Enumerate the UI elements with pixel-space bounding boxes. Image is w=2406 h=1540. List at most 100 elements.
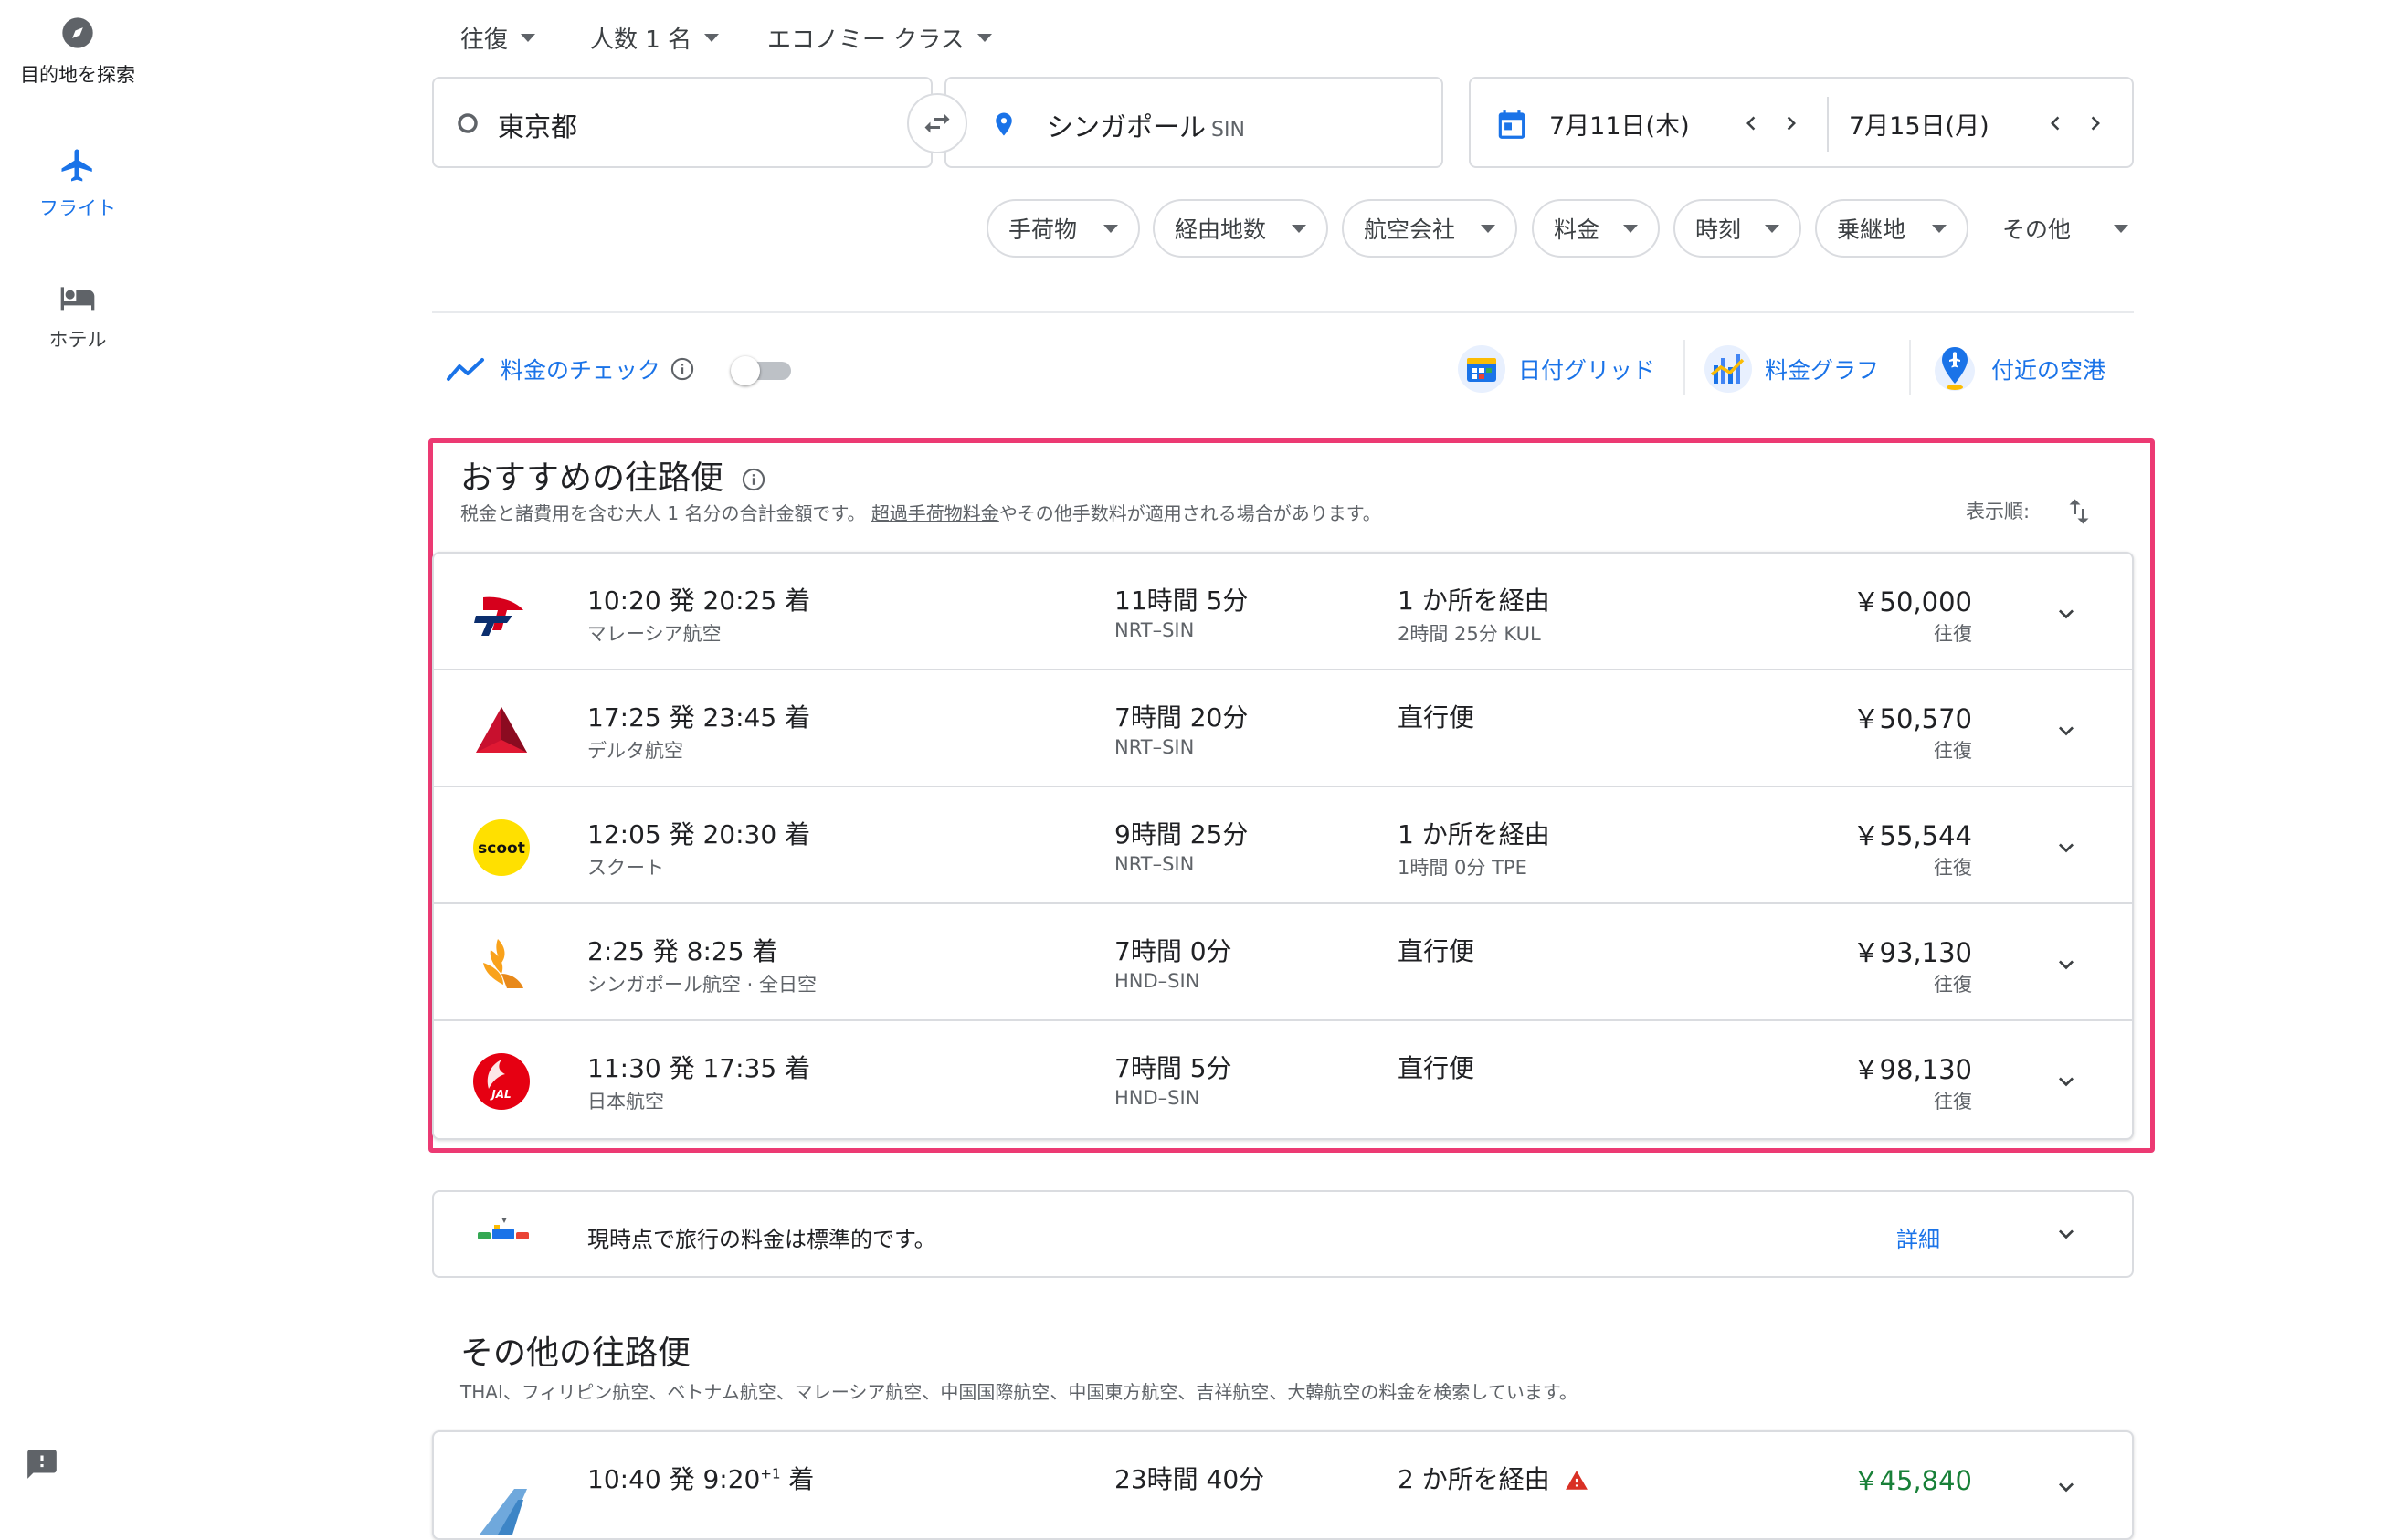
flight-duration: 7時間 0分	[1114, 936, 1232, 966]
price-type: 往復	[1934, 857, 1972, 879]
flight-stops: 直行便	[1398, 936, 1475, 966]
tools-separator	[1909, 340, 1911, 395]
flight-row[interactable]: scoot 12:05 発 20:30 着 スクート 9時間 25分 NRT–S…	[434, 787, 2132, 904]
info-icon[interactable]	[670, 356, 695, 382]
airline-name: 日本航空	[587, 1091, 664, 1113]
depart-date-value: 7月11日(木)	[1549, 112, 1690, 141]
expand-chevron-icon[interactable]	[2052, 950, 2081, 979]
location-pin-icon	[996, 112, 1012, 136]
airline-name: マレーシア航空	[587, 623, 722, 645]
price-type: 往復	[1934, 740, 1972, 762]
flight-price: ￥45,840	[1852, 1465, 1972, 1496]
stop-detail: 1時間 0分 TPE	[1398, 857, 1527, 879]
scoot-logo: scoot	[473, 819, 530, 876]
left-nav-rail: 目的地を探索 フライト ホテル	[0, 0, 155, 1504]
flight-price: ￥50,570	[1852, 703, 1972, 734]
filter-airlines[interactable]: 航空会社	[1342, 199, 1517, 258]
nav-flights[interactable]: フライト	[0, 146, 155, 221]
arrival-suffix: 着	[788, 1464, 815, 1494]
flight-stops: 1 か所を経由	[1398, 819, 1550, 849]
price-tracking[interactable]: 料金のチェック	[446, 343, 695, 395]
nav-explore[interactable]: 目的地を探索	[0, 15, 155, 88]
stop-detail: 2時間 25分 KUL	[1398, 623, 1541, 645]
flight-stops: 2 か所を経由	[1398, 1460, 1589, 1496]
expand-chevron-icon[interactable]	[2052, 1472, 2081, 1502]
flight-duration: 7時間 20分	[1114, 702, 1249, 733]
flight-row[interactable]: JAL 11:30 発 17:35 着 日本航空 7時間 5分 HND–SIN …	[434, 1021, 2132, 1138]
subtitle-suffix: やその他手数料が適用される場合があります。	[998, 502, 1381, 524]
airline-name: スクート	[587, 857, 664, 879]
trend-line-icon	[447, 358, 484, 381]
dep-arr-times: 10:40 発 9:20	[587, 1464, 761, 1494]
filter-label: 手荷物	[1008, 216, 1078, 243]
filter-label: 料金	[1554, 216, 1600, 243]
expand-chevron-icon[interactable]	[2052, 599, 2081, 628]
subtitle-prefix: 税金と諸費用を含む大人 1 名分の合計金額です。	[460, 502, 866, 524]
swap-arrows-icon	[924, 113, 950, 133]
price-insight-text: 現時点で旅行の料金は標準的です。	[587, 1227, 936, 1252]
malaysia-airlines-logo	[474, 596, 523, 636]
stops-text: 2 か所を経由	[1398, 1464, 1550, 1494]
nav-hotels[interactable]: ホテル	[0, 280, 155, 353]
filter-price[interactable]: 料金	[1532, 199, 1660, 258]
flight-row[interactable]: 2:25 発 8:25 着 シンガポール航空 · 全日空 7時間 0分 HND–…	[434, 904, 2132, 1021]
info-icon[interactable]	[741, 467, 766, 492]
price-tracking-toggle[interactable]	[731, 356, 795, 385]
nav-flights-label: フライト	[39, 197, 116, 219]
best-flights-subtitle: 税金と諸費用を含む大人 1 名分の合計金額です。 超過手荷物料金やその他手数料が…	[460, 499, 1381, 525]
flight-row[interactable]: 10:20 発 20:25 着 マレーシア航空 11時間 5分 NRT–SIN …	[434, 554, 2132, 670]
feedback-icon[interactable]	[24, 1447, 60, 1482]
price-type: 往復	[1934, 974, 1972, 996]
filter-bags[interactable]: 手荷物	[987, 199, 1140, 258]
passenger-select[interactable]: 人数 1 名	[590, 18, 720, 57]
depart-prev-chevron-icon[interactable]	[1737, 110, 1765, 137]
nearby-airports-button[interactable]: 付近の空港	[1929, 343, 2105, 395]
filter-label: その他	[2002, 216, 2072, 243]
date-range-field[interactable]: 7月11日(木) 7月15日(月)	[1469, 77, 2134, 168]
depart-next-chevron-icon[interactable]	[1778, 110, 1805, 137]
svg-text:JAL: JAL	[490, 1088, 511, 1101]
bed-icon	[60, 287, 95, 311]
flight-duration: 23時間 40分	[1114, 1464, 1265, 1494]
expand-chevron-icon[interactable]	[2052, 1219, 2081, 1249]
price-graph-button[interactable]: 料金グラフ	[1703, 343, 1879, 395]
price-insight-details-link[interactable]: 詳細	[1896, 1221, 1940, 1253]
destination-field[interactable]: シンガポール SIN	[944, 77, 1443, 168]
cabin-class-select[interactable]: エコノミー クラス	[767, 18, 992, 57]
date-grid-button[interactable]: 日付グリッド	[1456, 343, 1655, 395]
destination-code: SIN	[1211, 119, 1245, 142]
filter-more[interactable]: その他	[2002, 199, 2128, 258]
baggage-fees-link[interactable]: 超過手荷物料金	[871, 502, 999, 524]
flight-times: 17:25 発 23:45 着	[587, 702, 811, 733]
flight-price: ￥93,130	[1852, 937, 1972, 968]
warning-icon	[1565, 1471, 1588, 1490]
price-insight-card[interactable]: 現時点で旅行の料金は標準的です。 詳細	[432, 1190, 2134, 1278]
expand-chevron-icon[interactable]	[2052, 716, 2081, 745]
other-flights-subtitle: THAI、フィリピン航空、ベトナム航空、マレーシア航空、中国国際航空、中国東方航…	[460, 1381, 1578, 1403]
sort-icon[interactable]	[2063, 495, 2095, 528]
destination-name: シンガポール	[1047, 111, 1207, 142]
airplane-icon	[61, 149, 92, 182]
filter-label: 航空会社	[1364, 216, 1456, 243]
flight-price: ￥50,000	[1852, 586, 1972, 617]
flight-row[interactable]: 10:40 発 9:20+1 着 23時間 40分 2 か所を経由 ￥45,84…	[434, 1432, 2132, 1538]
flight-stops: 直行便	[1398, 1053, 1475, 1083]
expand-chevron-icon[interactable]	[2052, 1067, 2081, 1096]
filter-stops[interactable]: 経由地数	[1153, 199, 1328, 258]
nearby-airports-icon	[1935, 347, 1975, 391]
filter-label: 経由地数	[1175, 216, 1267, 243]
divider	[432, 311, 2134, 313]
filter-times[interactable]: 時刻	[1673, 199, 1801, 258]
trip-type-select[interactable]: 往復	[460, 18, 536, 57]
flight-route: NRT–SIN	[1114, 619, 1195, 641]
origin-field[interactable]: 東京都	[432, 77, 933, 168]
singapore-airlines-logo	[483, 939, 523, 988]
flight-price: ￥98,130	[1852, 1054, 1972, 1085]
expand-chevron-icon[interactable]	[2052, 833, 2081, 862]
filter-connecting-airports[interactable]: 乗継地	[1815, 199, 1968, 258]
flight-price: ￥55,544	[1852, 820, 1972, 851]
return-prev-chevron-icon[interactable]	[2042, 110, 2069, 137]
flight-row[interactable]: 17:25 発 23:45 着 デルタ航空 7時間 20分 NRT–SIN 直行…	[434, 670, 2132, 787]
return-next-chevron-icon[interactable]	[2082, 110, 2109, 137]
swap-button[interactable]	[907, 93, 967, 153]
